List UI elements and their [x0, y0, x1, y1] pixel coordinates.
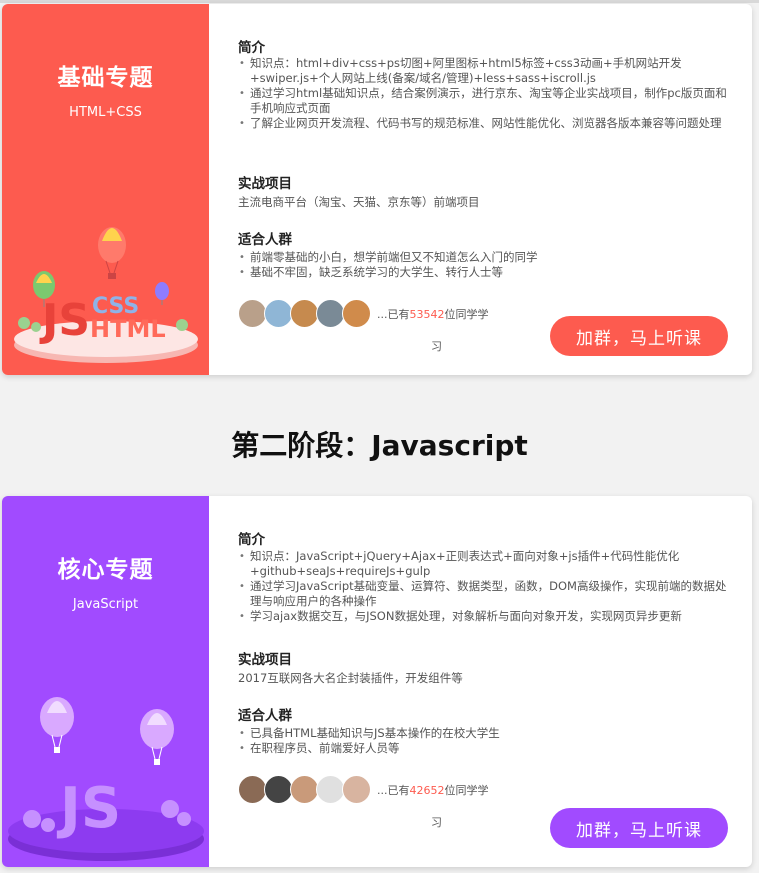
audience-heading: 适合人群 [238, 232, 292, 248]
audience-item: 在职程序员、前端爱好人员等 [239, 741, 736, 756]
course-card-html-css: 基础专题 HTML+CSS JS CSS HTML 简介 • 知识点：html+… [2, 4, 752, 375]
svg-text:JS: JS [56, 776, 121, 841]
audience-heading: 适合人群 [238, 708, 292, 724]
balloon-icon [40, 697, 74, 753]
card-content: 简介 知识点：html+div+css+ps切图+阿里图标+html5标签+cs… [238, 4, 728, 375]
avatar [238, 299, 267, 328]
join-group-button[interactable]: 加群，马上听课 [550, 316, 728, 356]
students-count-text: ...已有42652位同学学 [377, 784, 489, 797]
intro-heading: 简介 [238, 532, 265, 548]
intro-item: 通过学习JavaScript基础变量、运算符、数据类型，函数，DOM高级操作，实… [239, 579, 736, 609]
intro-heading: 简介 [238, 40, 265, 56]
project-heading: 实战项目 [238, 652, 292, 668]
avatar [342, 299, 371, 328]
students-count: 53542 [409, 308, 445, 321]
avatar [316, 775, 345, 804]
card-subtitle: HTML+CSS [69, 105, 142, 120]
avatar [264, 299, 293, 328]
svg-text:HTML: HTML [90, 315, 166, 343]
audience-list: 已具备HTML基础知识与JS基本操作的在校大学生 在职程序员、前端爱好人员等 [238, 726, 736, 756]
avatar [316, 299, 345, 328]
card-title: 核心专题 [57, 557, 154, 583]
card-banner: 核心专题 JavaScript JS [2, 496, 209, 867]
students-count: 42652 [409, 784, 445, 797]
course-card-javascript: 核心专题 JavaScript JS 简介 • 知识点：JavaScript+j… [2, 496, 752, 867]
intro-list: 知识点：JavaScript+jQuery+Ajax+正则表达式+面向对象+js… [238, 549, 736, 624]
card-title: 基础专题 [57, 65, 154, 91]
card-subtitle: JavaScript [72, 597, 139, 612]
intro-list: 知识点：html+div+css+ps切图+阿里图标+html5标签+css3动… [238, 56, 736, 131]
avatar [290, 299, 319, 328]
students-count-tail: 习 [431, 816, 442, 829]
balloon-icon [98, 227, 126, 279]
avatar [290, 775, 319, 804]
svg-text:JS: JS [39, 295, 90, 346]
join-group-button[interactable]: 加群，马上听课 [550, 808, 728, 848]
html-css-illustration: JS CSS HTML [14, 227, 198, 363]
audience-item: 已具备HTML基础知识与JS基本操作的在校大学生 [239, 726, 736, 741]
project-text: 主流电商平台（淘宝、天猫、京东等）前端项目 [238, 195, 480, 209]
avatar [264, 775, 293, 804]
students-count-tail: 习 [431, 340, 442, 353]
card-banner: 基础专题 HTML+CSS JS CSS HTML [2, 4, 209, 375]
audience-list: 前端零基础的小白，想学前端但又不知道怎么入门的同学 基础不牢固，缺乏系统学习的大… [238, 250, 736, 280]
stage-heading: 第二阶段：Javascript [231, 429, 528, 462]
top-divider [0, 0, 759, 3]
card-content: 简介 知识点：JavaScript+jQuery+Ajax+正则表达式+面向对象… [238, 496, 728, 867]
avatar [238, 775, 267, 804]
project-text: 2017互联网各大名企封装插件，开发组件等 [238, 671, 463, 685]
avatar [342, 775, 371, 804]
student-avatars [238, 299, 371, 328]
project-heading: 实战项目 [238, 176, 292, 192]
audience-item: 基础不牢固，缺乏系统学习的大学生、转行人士等 [239, 265, 736, 280]
students-count-text: ...已有53542位同学学 [377, 308, 489, 321]
intro-item: 知识点：JavaScript+jQuery+Ajax+正则表达式+面向对象+js… [239, 549, 736, 579]
student-avatars [238, 775, 371, 804]
intro-item: 知识点：html+div+css+ps切图+阿里图标+html5标签+css3动… [239, 56, 736, 86]
javascript-illustration: JS [8, 697, 204, 861]
intro-item: 了解企业网页开发流程、代码书写的规范标准、网站性能优化、浏览器各版本兼容等问题处… [239, 116, 736, 131]
intro-item: 通过学习html基础知识点，结合案例演示，进行京东、淘宝等企业实战项目，制作pc… [239, 86, 736, 116]
audience-item: 前端零基础的小白，想学前端但又不知道怎么入门的同学 [239, 250, 736, 265]
intro-item: 学习ajax数据交互，与JSON数据处理，对象解析与面向对象开发，实现网页异步更… [239, 609, 736, 624]
